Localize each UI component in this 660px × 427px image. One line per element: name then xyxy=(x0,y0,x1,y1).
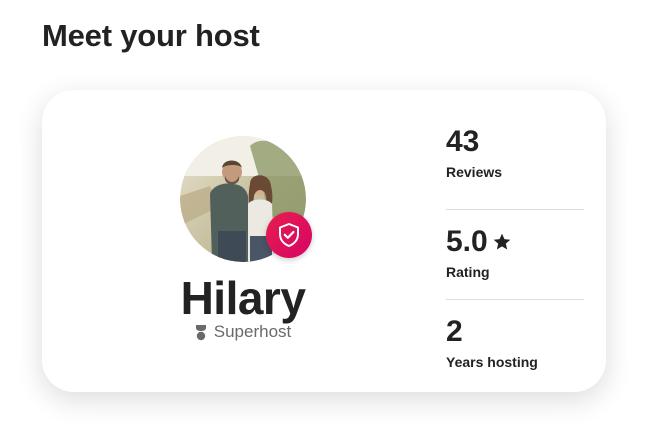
shield-check-icon xyxy=(279,223,299,247)
host-name: Hilary xyxy=(180,272,306,324)
superhost-verified-badge xyxy=(266,212,312,258)
stat-label-rating: Rating xyxy=(446,264,490,280)
stat-value-years-hosting: 2 xyxy=(446,315,463,348)
stat-value-reviews: 43 xyxy=(446,125,480,158)
superhost-row: Superhost xyxy=(42,322,444,342)
stat-label-years-hosting: Years hosting xyxy=(446,354,538,370)
meet-host-section: Meet your host Hilary Superhost 43 Revie… xyxy=(0,0,660,427)
star-icon xyxy=(493,233,511,250)
stat-label-reviews: Reviews xyxy=(446,164,503,180)
stat-value-rating: 5.0 xyxy=(446,224,584,260)
stat-reviews: 43 Reviews xyxy=(446,120,584,210)
host-profile: Hilary Superhost xyxy=(42,90,444,392)
host-stats: 43 Reviews 5.0 Rating 2 Years hosting xyxy=(446,120,584,390)
superhost-label: Superhost xyxy=(213,322,292,341)
host-avatar-wrap[interactable] xyxy=(180,136,312,262)
stat-years-hosting: 2 Years hosting xyxy=(446,300,584,390)
superhost-icon xyxy=(195,324,206,340)
section-title: Meet your host xyxy=(42,18,260,53)
host-profile-card[interactable]: Hilary Superhost 43 Reviews 5.0 Rating 2… xyxy=(42,90,606,392)
stat-rating: 5.0 Rating xyxy=(446,210,584,300)
